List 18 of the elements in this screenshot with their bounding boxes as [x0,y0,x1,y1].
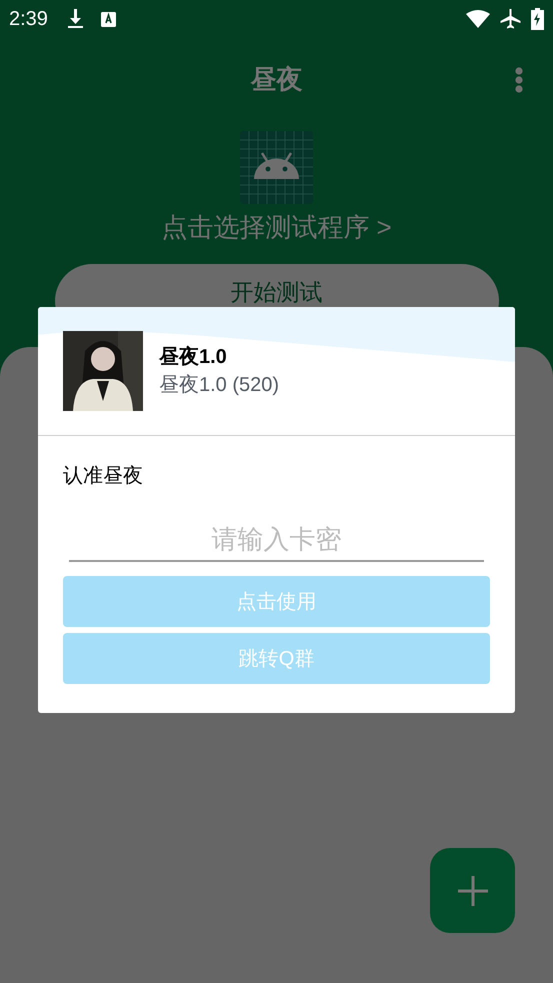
keyboard-letter-icon [100,12,116,26]
status-time: 2:39 [9,7,48,32]
app-version: 昼夜1.0 (520) [159,373,280,398]
battery-charging-icon [531,8,544,30]
airplane-icon [500,9,521,29]
add-button[interactable] [430,848,515,933]
dialog-button[interactable]: 点击使用 [63,576,490,627]
card-key-field[interactable]: 请输入卡密 [69,518,484,562]
wifi-icon [466,10,490,28]
more-options-icon[interactable] [515,67,523,93]
android-app-icon[interactable] [240,131,313,204]
select-program-link[interactable]: 点击选择测试程序 > [161,209,392,245]
notice-text: 认准昼夜 [63,464,143,489]
dialog-button[interactable]: 跳转Q群 [63,633,490,684]
app-title: 昼夜 [250,62,302,96]
app-name: 昼夜1.0 [159,344,228,370]
plus-icon [458,876,488,906]
download-icon [66,9,84,29]
